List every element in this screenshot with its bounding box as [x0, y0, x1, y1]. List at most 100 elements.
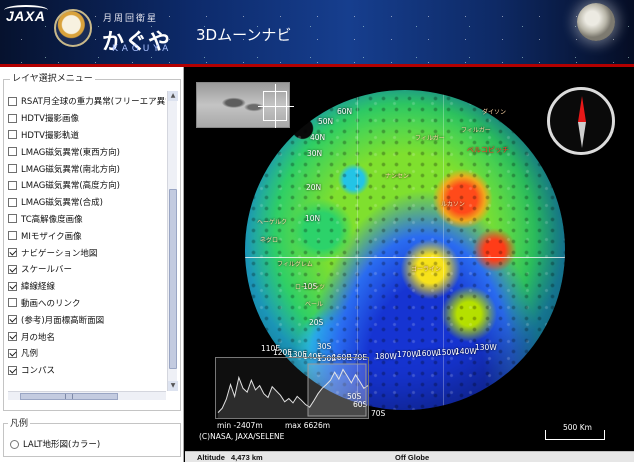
layer-checkbox[interactable]	[8, 147, 17, 157]
horizontal-scroll-thumb[interactable]	[20, 393, 118, 400]
compass-south-needle	[578, 122, 586, 148]
layer-label: TC高解像度画像	[21, 214, 83, 225]
elevation-profile	[215, 357, 369, 419]
layer-label: RSAT月全球の重力異常(フリーエア異常	[21, 97, 166, 108]
legend-title: 凡例	[8, 416, 31, 429]
layer-label: HDTV撮影画像	[21, 114, 79, 125]
layer-label: 緯線経線	[21, 282, 56, 293]
layer-item[interactable]: ナビゲーション地図	[8, 244, 166, 261]
layer-item[interactable]: LMAG磁気異常(南北方向)	[8, 160, 166, 177]
app-header: JAXA 月周回衛星 かぐや KAGUYA 3Dムーンナビ	[0, 0, 634, 67]
layer-label: LMAG磁気異常(合成)	[21, 198, 103, 209]
layer-checkbox[interactable]	[8, 113, 17, 123]
highlight-place-label: ベルコビッチ	[467, 146, 509, 154]
longitude-label: 130W	[475, 343, 497, 352]
jaxa-logo: JAXA	[4, 5, 48, 24]
layer-checkbox[interactable]	[8, 264, 17, 274]
latitude-label: 20S	[309, 318, 324, 327]
layer-checkbox[interactable]	[8, 96, 17, 106]
radio-button[interactable]	[10, 439, 19, 449]
scroll-up-icon[interactable]: ▲	[168, 91, 178, 101]
layer-item[interactable]: 動画へのリンク	[8, 295, 166, 312]
layer-item[interactable]: MIモザイク画像	[8, 227, 166, 244]
longitude-label: 170W	[397, 350, 419, 359]
layer-checkbox[interactable]	[8, 214, 17, 224]
latitude-label: 40N	[310, 133, 326, 142]
place-name-label: ネグロ	[260, 237, 279, 244]
layer-checkbox[interactable]	[8, 197, 17, 207]
layer-list-horizontal-scrollbar[interactable]	[8, 391, 166, 400]
layer-label: コンパス	[21, 366, 56, 377]
scroll-down-icon[interactable]: ▼	[168, 381, 178, 391]
layer-label: LMAG磁気異常(南北方向)	[21, 164, 120, 175]
profile-highlight-window	[307, 363, 367, 417]
layer-item[interactable]: LMAG磁気異常(合成)	[8, 194, 166, 211]
app-name: 3Dムーンナビ	[196, 26, 292, 44]
place-name-label: ローレンツ	[295, 284, 326, 291]
layer-label: LMAG磁気異常(高度方向)	[21, 181, 120, 192]
place-name-label: ナンセン	[385, 173, 410, 180]
layer-label: MIモザイク画像	[21, 231, 82, 242]
layer-item[interactable]: (参考)月面標高断面図	[8, 311, 166, 328]
header-romaji: KAGUYA	[112, 44, 173, 54]
layer-item[interactable]: TC高解像度画像	[8, 211, 166, 228]
layer-list-vertical-scrollbar[interactable]: ▲ ▼	[167, 91, 178, 391]
scale-bar-label: 500 Km	[563, 423, 592, 432]
place-name-label: ダイソン	[482, 109, 507, 116]
altitude-label: Altitude	[197, 453, 225, 462]
layer-item[interactable]: 凡例	[8, 345, 166, 362]
latitude-label: 30N	[307, 149, 323, 158]
layer-checkbox[interactable]	[8, 298, 17, 308]
latitude-label: 60N	[337, 107, 353, 116]
layer-panel: レイヤ選択メニュー RSAT月全球の重力異常(フリーエア異常 HDTV撮影画像 HD…	[0, 67, 184, 462]
layer-item[interactable]: RSAT月全球の重力異常(フリーエア異常	[8, 93, 166, 110]
layer-item[interactable]: LMAG磁気異常(東西方向)	[8, 143, 166, 160]
layer-item[interactable]: HDTV撮影画像	[8, 110, 166, 127]
layer-item[interactable]: コンパス	[8, 362, 166, 379]
layer-checkbox[interactable]	[8, 315, 17, 325]
latitude-label: 70S	[371, 409, 386, 418]
latitude-label: 10N	[305, 214, 321, 223]
legend-option-lalt[interactable]: LALT地形図(カラー)	[10, 438, 100, 450]
latitude-label: 30S	[317, 342, 332, 351]
altitude-value: 4,473 km	[231, 453, 263, 462]
place-name-label: フィルガー	[461, 127, 491, 134]
longitude-label: 180W	[375, 352, 397, 361]
layer-checkbox[interactable]	[8, 332, 17, 342]
compass-north-needle	[578, 96, 586, 122]
layer-label: スケールバー	[21, 265, 73, 276]
layer-label: 動画へのリンク	[21, 298, 81, 309]
layer-item[interactable]: LMAG磁気異常(高度方向)	[8, 177, 166, 194]
latitude-label: 20N	[306, 183, 322, 192]
place-name-label: ベール	[305, 301, 324, 308]
layer-label: LMAG磁気異常(東西方向)	[21, 147, 120, 158]
layer-checkbox[interactable]	[8, 281, 17, 291]
layer-item[interactable]: スケールバー	[8, 261, 166, 278]
layer-label: HDTV撮影軌道	[21, 130, 79, 141]
copyright-text: (C)NASA, JAXA/SELENE	[199, 432, 285, 441]
grip-icon	[65, 394, 73, 399]
equator-line	[245, 257, 565, 258]
layer-list: RSAT月全球の重力異常(フリーエア異常 HDTV撮影画像 HDTV撮影軌道 LMAG…	[8, 93, 166, 405]
place-name-label: フィルグレム	[277, 261, 313, 268]
layer-item[interactable]: 緯線経線	[8, 278, 166, 295]
place-name-label: ゴーライン	[411, 266, 442, 273]
latitude-label: 50N	[318, 117, 334, 126]
place-name-label: ルカソン	[441, 201, 465, 208]
layer-checkbox[interactable]	[8, 248, 17, 258]
layer-item[interactable]: 月の地名	[8, 328, 166, 345]
layer-checkbox[interactable]	[8, 180, 17, 190]
vertical-scroll-thumb[interactable]	[169, 189, 177, 369]
status-bar: Altitude 4,473 km Off Globe	[185, 451, 634, 462]
moon-3d-viewer[interactable]: 60N50N40N30N20N10N10S20S30S50S60S70S110E…	[185, 67, 634, 451]
layer-item[interactable]: HDTV撮影軌道	[8, 127, 166, 144]
kaguya-emblem-icon	[54, 9, 92, 47]
layer-checkbox[interactable]	[8, 348, 17, 358]
place-name-label: フィルガー	[415, 135, 445, 142]
layer-checkbox[interactable]	[8, 231, 17, 241]
layer-checkbox[interactable]	[8, 365, 17, 375]
layer-checkbox[interactable]	[8, 164, 17, 174]
legend-option-label: LALT地形図(カラー)	[23, 440, 101, 450]
layer-checkbox[interactable]	[8, 130, 17, 140]
profile-max-label: max 6626m	[285, 421, 331, 430]
